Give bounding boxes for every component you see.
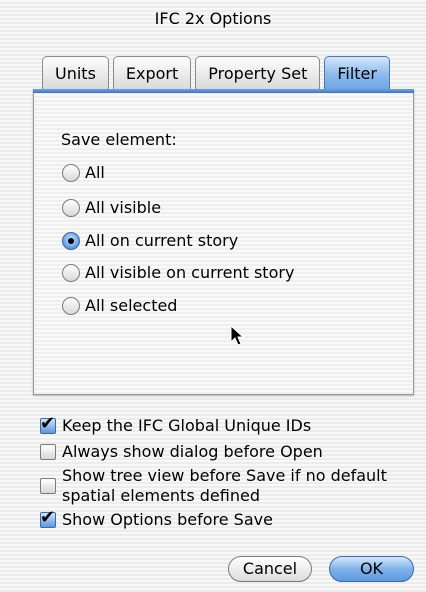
checkbox-label: Show tree view before Save if no default… <box>62 466 387 506</box>
checkbox-keep-ifc-guids[interactable]: ✔ Keep the IFC Global Unique IDs <box>40 414 312 436</box>
checkbox-always-show-dialog[interactable]: Always show dialog before Open <box>40 442 323 462</box>
radio-option-all-on-current-story[interactable]: All on current story <box>62 231 238 250</box>
radio-button[interactable] <box>62 198 80 217</box>
radio-button[interactable] <box>62 163 80 182</box>
radio-option-all[interactable]: All <box>62 163 105 182</box>
checkbox[interactable]: ✔ <box>40 508 56 528</box>
tab-panel-divider <box>33 89 414 93</box>
checkbox-label: Always show dialog before Open <box>62 442 323 461</box>
checkbox-label-line1: Show tree view before Save if no default <box>62 466 387 485</box>
radio-dot-icon <box>68 237 74 244</box>
cancel-button[interactable]: Cancel <box>228 556 312 582</box>
radio-button[interactable] <box>62 263 80 282</box>
ok-button[interactable]: OK <box>329 556 414 582</box>
radio-label: All <box>85 163 105 182</box>
mouse-pointer-icon <box>230 325 245 346</box>
checkmark-icon: ✔ <box>40 413 56 434</box>
radio-button[interactable] <box>62 296 80 315</box>
tab-filter[interactable]: Filter <box>324 56 390 90</box>
checkbox-label-line2: spatial elements defined <box>62 486 260 505</box>
radio-button-selected[interactable] <box>62 231 80 250</box>
radio-label: All visible <box>85 198 162 217</box>
tab-bar: Units Export Property Set Filter <box>42 56 394 92</box>
radio-label: All visible on current story <box>85 263 295 282</box>
window-title: IFC 2x Options <box>154 8 272 28</box>
checkbox-show-options-before-save[interactable]: ✔ Show Options before Save <box>40 508 273 530</box>
save-element-label: Save element: <box>61 130 177 149</box>
tab-units[interactable]: Units <box>42 56 109 90</box>
checkbox[interactable] <box>40 478 56 494</box>
checkbox[interactable] <box>40 444 56 460</box>
checkbox-show-tree-view[interactable]: Show tree view before Save if no default… <box>40 466 387 506</box>
checkmark-icon: ✔ <box>40 507 56 528</box>
radio-option-all-visible[interactable]: All visible <box>62 198 161 217</box>
tab-export[interactable]: Export <box>112 56 192 90</box>
window-titlebar: IFC 2x Options <box>0 0 426 36</box>
checkbox-label: Show Options before Save <box>62 510 273 529</box>
radio-option-all-visible-on-current-story[interactable]: All visible on current story <box>62 263 294 282</box>
tab-property-set[interactable]: Property Set <box>195 56 321 90</box>
radio-label: All on current story <box>85 231 239 250</box>
checkbox[interactable]: ✔ <box>40 414 56 434</box>
radio-label: All selected <box>85 296 178 315</box>
checkbox-label: Keep the IFC Global Unique IDs <box>62 416 312 435</box>
radio-option-all-selected[interactable]: All selected <box>62 296 177 315</box>
